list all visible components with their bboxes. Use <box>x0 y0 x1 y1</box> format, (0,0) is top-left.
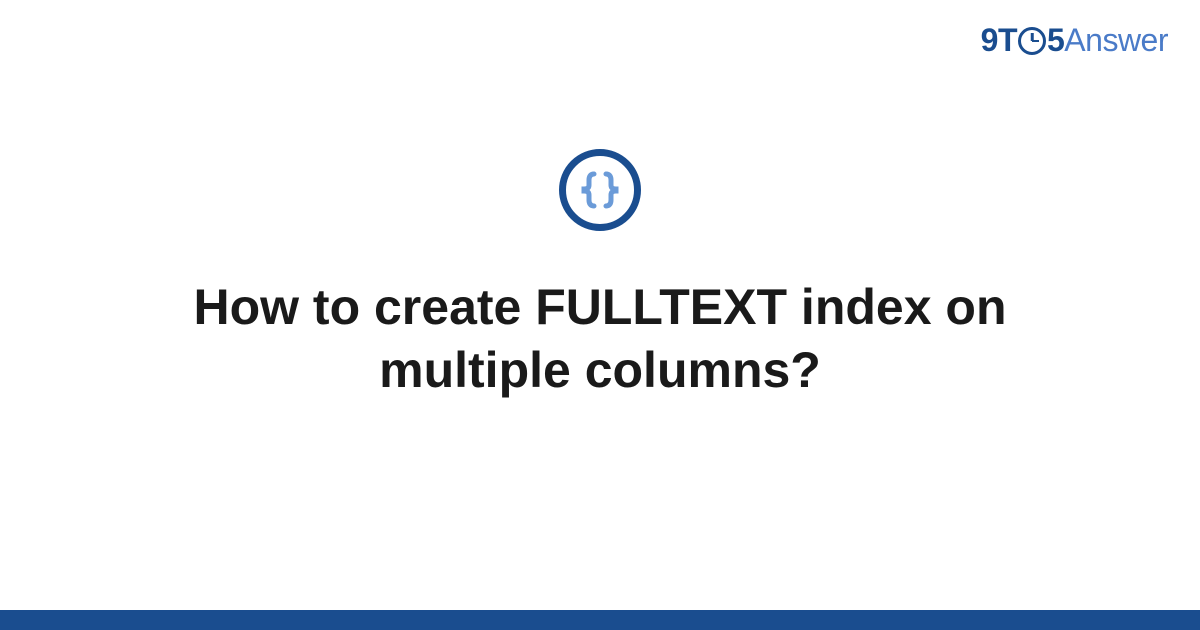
footer-bar <box>0 610 1200 630</box>
page-title: How to create FULLTEXT index on multiple… <box>100 276 1100 401</box>
braces-icon <box>578 168 622 212</box>
main-content: How to create FULLTEXT index on multiple… <box>0 0 1200 630</box>
category-badge <box>559 149 641 231</box>
